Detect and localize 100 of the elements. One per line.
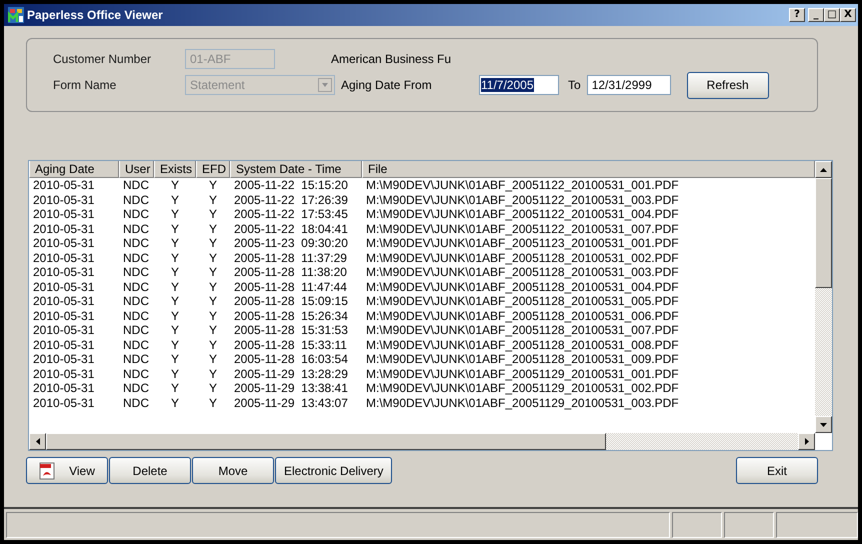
table-cell-text: 2010-05-31 bbox=[32, 207, 96, 222]
vertical-scrollbar[interactable] bbox=[815, 161, 832, 433]
table-cell-text: NDC bbox=[122, 178, 150, 192]
pdf-icon bbox=[39, 462, 56, 480]
action-button[interactable]: Move bbox=[192, 457, 274, 484]
close-button[interactable]: X bbox=[840, 8, 856, 22]
column-header[interactable]: System Date - Time bbox=[230, 161, 362, 178]
table-cell-text: Y bbox=[208, 381, 218, 396]
table-cell-text: Y bbox=[170, 338, 180, 352]
table-cell-text: NDC bbox=[122, 352, 150, 366]
table-cell-text: Y bbox=[208, 366, 218, 381]
table-cell-text: 2010-05-31 bbox=[32, 323, 96, 338]
table-cell-text: 2005-11-28 15:09:15 bbox=[233, 294, 349, 308]
aging-date-from-field[interactable]: 11/7/2005 bbox=[479, 75, 559, 95]
table-cell-text: Y bbox=[170, 396, 180, 410]
table-cell-text: 2005-11-28 15:26:34 bbox=[233, 308, 349, 323]
table-cell-text: M:\M90DEV\JUNK\01ABF_20051128_20100531_003.PDF bbox=[365, 265, 680, 280]
table-cell-text: 2005-11-28 15:33:11 bbox=[233, 338, 348, 352]
table-cell-text: NDC bbox=[122, 338, 150, 352]
table-cell-text: Y bbox=[170, 323, 180, 338]
table-cell-text: M:\M90DEV\JUNK\01ABF_20051129_20100531_002.PDF bbox=[365, 381, 680, 396]
table-cell-text: 2010-05-31 bbox=[32, 338, 96, 352]
table-cell-text: Y bbox=[208, 352, 218, 366]
table-cell-text: NDC bbox=[122, 250, 150, 265]
table-cell-text: Y bbox=[208, 308, 218, 323]
up-arrow-icon bbox=[820, 168, 827, 172]
table-cell-text: 2005-11-22 18:04:41 bbox=[233, 222, 349, 236]
table-cell-text: NDC bbox=[122, 366, 150, 381]
right-arrow-icon bbox=[804, 438, 808, 445]
table-cell-text: NDC bbox=[122, 294, 150, 308]
table-cell-text: M:\M90DEV\JUNK\01ABF_20051128_20100531_008.PDF bbox=[365, 338, 680, 352]
column-header[interactable]: EFD bbox=[196, 161, 230, 178]
table-cell-text: 2010-05-31 bbox=[32, 352, 96, 366]
table-cell-text: 2010-05-31 bbox=[32, 250, 96, 265]
table-cell-text: 2005-11-28 11:37:29 bbox=[233, 250, 348, 265]
table-cell-text: 2005-11-23 09:30:20 bbox=[233, 236, 349, 250]
table-cell-text: NDC bbox=[122, 323, 150, 338]
action-button[interactable]: Delete bbox=[109, 457, 191, 484]
help-button[interactable]: ? bbox=[789, 8, 805, 22]
table-cell-text: M:\M90DEV\JUNK\01ABF_20051129_20100531_001.PDF bbox=[365, 366, 680, 381]
table-cell-text: Y bbox=[208, 396, 218, 410]
minimize-button[interactable]: _ bbox=[808, 8, 824, 22]
exit-button[interactable]: Exit bbox=[736, 457, 818, 484]
table-cell-text: 2005-11-22 17:26:39 bbox=[233, 192, 349, 207]
table-cell-text: Y bbox=[208, 250, 218, 265]
table-cell-text: NDC bbox=[122, 222, 150, 236]
table-cell-text: Y bbox=[170, 294, 180, 308]
table-cell-text: 2010-05-31 bbox=[32, 308, 96, 323]
table-cell-text: Y bbox=[170, 265, 180, 280]
table-cell-text: 2005-11-29 13:28:29 bbox=[233, 366, 349, 381]
table-cell-text: NDC bbox=[122, 192, 150, 207]
table-cell-text: Y bbox=[170, 236, 180, 250]
left-arrow-icon bbox=[36, 438, 40, 445]
table-cell-text: M:\M90DEV\JUNK\01ABF_20051122_20100531_003.PDF bbox=[365, 192, 680, 207]
table-cell-text: 2010-05-31 bbox=[32, 222, 96, 236]
table-cell-text: Y bbox=[208, 178, 218, 192]
table-cell-text: 2005-11-29 13:43:07 bbox=[233, 396, 349, 410]
table-cell-text: Y bbox=[170, 222, 180, 236]
table-cell-text: M:\M90DEV\JUNK\01ABF_20051128_20100531_005.PDF bbox=[365, 294, 680, 308]
table-cell-text: 2010-05-31 bbox=[32, 396, 96, 410]
table-cell-text: Y bbox=[170, 207, 180, 222]
column-header[interactable]: Exists bbox=[154, 161, 196, 178]
column-header[interactable]: Aging Date bbox=[29, 161, 119, 178]
table-cell-text: Y bbox=[208, 280, 218, 294]
table-cell-text: M:\M90DEV\JUNK\01ABF_20051128_20100531_007.PDF bbox=[365, 323, 680, 338]
table-cell-text: 2005-11-28 11:38:20 bbox=[233, 265, 348, 280]
table-cell-text: Y bbox=[170, 308, 180, 323]
table-cell-text: 2010-05-31 bbox=[32, 294, 96, 308]
table-cell-text: NDC bbox=[122, 396, 150, 410]
view-button[interactable]: View bbox=[26, 457, 108, 484]
table-cell-text: Y bbox=[170, 178, 180, 192]
window-title: Paperless Office Viewer bbox=[27, 8, 164, 22]
table-cell-text: 2005-11-28 11:47:44 bbox=[233, 280, 348, 294]
table-cell-text: 2005-11-22 15:15:20 bbox=[233, 178, 349, 192]
customer-number-label: Customer Number bbox=[53, 52, 152, 66]
table-cell-text: NDC bbox=[122, 280, 150, 294]
table-cell-text: M:\M90DEV\JUNK\01ABF_20051122_20100531_001.PDF bbox=[365, 178, 680, 192]
maximize-button[interactable]: □ bbox=[824, 8, 840, 22]
column-header[interactable]: File bbox=[362, 161, 815, 178]
table-cell-text: 2005-11-28 15:31:53 bbox=[233, 323, 349, 338]
table-cell-text: M:\M90DEV\JUNK\01ABF_20051128_20100531_004.PDF bbox=[365, 280, 680, 294]
table-cell-text: Y bbox=[170, 280, 180, 294]
table-cell-text: Y bbox=[170, 192, 180, 207]
refresh-button[interactable]: Refresh bbox=[686, 72, 769, 98]
table-cell-text: 2010-05-31 bbox=[32, 280, 96, 294]
table-cell-text: 2010-05-31 bbox=[32, 366, 96, 381]
table-cell-text: Y bbox=[208, 236, 218, 250]
column-header[interactable]: User bbox=[119, 161, 154, 178]
table-cell-text: NDC bbox=[122, 236, 150, 250]
customer-name: American Business Fu bbox=[331, 52, 452, 66]
down-arrow-icon bbox=[820, 422, 827, 426]
horizontal-scrollbar[interactable] bbox=[29, 433, 815, 450]
table-cell-text: M:\M90DEV\JUNK\01ABF_20051123_20100531_001.PDF bbox=[365, 236, 680, 250]
table-cell-text: NDC bbox=[122, 381, 150, 396]
table-cell-text: M:\M90DEV\JUNK\01ABF_20051122_20100531_007.PDF bbox=[365, 222, 680, 236]
action-button[interactable]: Electronic Delivery bbox=[275, 457, 392, 484]
table-cell-text: NDC bbox=[122, 265, 150, 280]
table-cell-text: NDC bbox=[122, 308, 150, 323]
table-cell-text: NDC bbox=[122, 207, 150, 222]
aging-date-to-field[interactable]: 12/31/2999 bbox=[586, 75, 671, 95]
